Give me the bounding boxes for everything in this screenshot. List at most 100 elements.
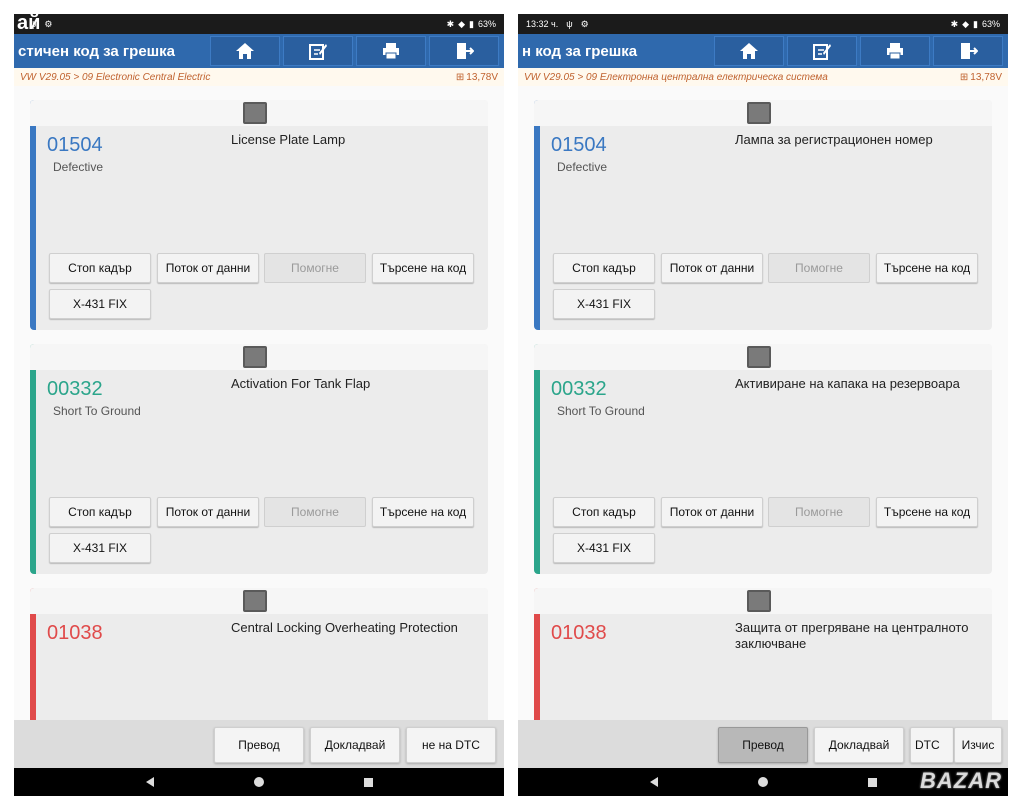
bottom-action-bar: Превод Докладвай не на DTC <box>14 720 504 768</box>
code-search-button[interactable]: Търсене на код <box>372 497 474 527</box>
report-button[interactable] <box>787 36 857 66</box>
print-button[interactable] <box>860 36 930 66</box>
dtc-checkbox[interactable] <box>747 346 771 368</box>
dtc-card: 01504 Defective Лампа за регистрационен … <box>534 100 992 330</box>
dtc-checkbox[interactable] <box>243 102 267 124</box>
home-nav-icon[interactable] <box>757 777 768 787</box>
dtc-code: 01038 <box>551 622 607 644</box>
dtc-description: Лампа за регистрационен номер <box>735 132 933 147</box>
dtc-action-button[interactable]: DTC <box>910 727 954 763</box>
dtc-description: Central Locking Overheating Protection <box>231 620 458 635</box>
battery-level: 63% <box>477 19 496 29</box>
dtc-card: 01504 Defective License Plate Lamp Стоп … <box>30 100 488 330</box>
exit-icon <box>457 43 474 59</box>
battery-voltage-icon: ⊞ <box>455 71 465 83</box>
back-icon[interactable] <box>145 777 154 787</box>
right-screenshot: 13:32 ч. ψ ⚙ ✱ ◆ ▮ 63% н код за грешка V… <box>518 14 1008 796</box>
exit-button[interactable] <box>933 36 1003 66</box>
breadcrumb: VW V29.05 > 09 Electronic Central Electr… <box>14 68 504 86</box>
data-stream-button[interactable]: Поток от данни <box>157 253 259 283</box>
battery-level: 63% <box>981 19 1000 29</box>
code-search-button[interactable]: Търсене на код <box>876 497 978 527</box>
exit-icon <box>961 43 978 59</box>
battery-voltage-icon: ⊞ <box>959 71 969 83</box>
help-button[interactable]: Помогне <box>264 253 366 283</box>
x431-fix-button[interactable]: X-431 FIX <box>49 289 151 319</box>
severity-stripe <box>30 344 36 574</box>
code-search-button[interactable]: Търсене на код <box>876 253 978 283</box>
report-edit-icon <box>309 44 327 60</box>
clear-action-button[interactable]: Изчис <box>954 727 1002 763</box>
battery-icon: ▮ <box>973 18 978 29</box>
dtc-checkbox[interactable] <box>243 590 267 612</box>
data-stream-button[interactable]: Поток от данни <box>661 253 763 283</box>
x431-fix-button[interactable]: X-431 FIX <box>49 533 151 563</box>
dtc-code: 01038 <box>47 622 103 644</box>
freeze-frame-button[interactable]: Стоп кадър <box>553 253 655 283</box>
dtc-status: Short To Ground <box>53 404 141 418</box>
app-toolbar: н код за грешка <box>518 34 1008 68</box>
bluetooth-icon: ✱ <box>950 18 959 29</box>
breadcrumb-path: VW V29.05 > 09 Electronic Central Electr… <box>20 71 211 83</box>
print-icon <box>383 43 399 60</box>
dtc-description: Активиране на капака на резервоара <box>735 376 960 391</box>
dtc-description: Защита от прегряване на централното закл… <box>735 620 969 651</box>
dtc-status: Defective <box>557 160 608 174</box>
voltage-value: 13,78V <box>466 71 498 83</box>
home-button[interactable] <box>210 36 280 66</box>
translate-button[interactable]: Превод <box>718 727 808 763</box>
help-button[interactable]: Помогне <box>264 497 366 527</box>
severity-stripe <box>30 100 36 330</box>
settings-icon: ⚙ <box>44 18 53 29</box>
freeze-frame-button[interactable]: Стоп кадър <box>49 253 151 283</box>
x431-fix-button[interactable]: X-431 FIX <box>553 289 655 319</box>
dtc-card: 01038 Защита от прегряване на централнот… <box>534 588 992 728</box>
exit-button[interactable] <box>429 36 499 66</box>
report-action-button[interactable]: Докладвай <box>310 727 400 763</box>
report-edit-icon <box>813 44 831 60</box>
freeze-frame-button[interactable]: Стоп кадър <box>553 497 655 527</box>
breadcrumb: VW V29.05 > 09 Електронна централна елек… <box>518 68 1008 86</box>
dtc-checkbox[interactable] <box>747 590 771 612</box>
help-button[interactable]: Помогне <box>768 253 870 283</box>
status-bar: 13:32 ч. ψ ⚙ ✱ ◆ ▮ 63% <box>518 14 1008 34</box>
print-icon <box>887 43 903 60</box>
system-nav-bar <box>14 768 504 796</box>
dtc-status: Defective <box>53 160 104 174</box>
report-button[interactable] <box>283 36 353 66</box>
print-button[interactable] <box>356 36 426 66</box>
report-action-button[interactable]: Докладвай <box>814 727 904 763</box>
home-button[interactable] <box>714 36 784 66</box>
dtc-card: 00332 Short To Ground Activation For Tan… <box>30 344 488 574</box>
dtc-code: 00332 <box>47 378 103 400</box>
dtc-action-button[interactable]: не на DTC <box>406 727 496 763</box>
translate-button[interactable]: Превод <box>214 727 304 763</box>
data-stream-button[interactable]: Поток от данни <box>157 497 259 527</box>
code-search-button[interactable]: Търсене на код <box>372 253 474 283</box>
freeze-frame-button[interactable]: Стоп кадър <box>49 497 151 527</box>
bottom-action-bar: Превод Докладвай DTC Изчис <box>518 720 1008 768</box>
data-stream-button[interactable]: Поток от данни <box>661 497 763 527</box>
status-time: 13:32 ч. <box>526 19 559 29</box>
x431-fix-button[interactable]: X-431 FIX <box>553 533 655 563</box>
recents-icon[interactable] <box>363 777 373 787</box>
bluetooth-icon: ✱ <box>446 18 455 29</box>
home-nav-icon[interactable] <box>253 777 264 787</box>
dtc-code: 01504 <box>47 134 103 156</box>
wifi-icon: ◆ <box>458 18 466 29</box>
voltage-value: 13,78V <box>970 71 1002 83</box>
dtc-card: 00332 Short To Ground Активиране на капа… <box>534 344 992 574</box>
back-icon[interactable] <box>649 777 658 787</box>
dtc-code: 00332 <box>551 378 607 400</box>
overlay-text: ай <box>17 14 41 34</box>
app-toolbar: стичен код за грешка <box>14 34 504 68</box>
dtc-checkbox[interactable] <box>243 346 267 368</box>
dtc-checkbox[interactable] <box>747 102 771 124</box>
recents-icon[interactable] <box>867 777 877 787</box>
severity-stripe <box>534 100 540 330</box>
page-title: стичен код за грешка <box>18 42 176 60</box>
voltage-readout: ⊞ 13,78V <box>456 72 498 83</box>
voltage-readout: ⊞ 13,78V <box>960 72 1002 83</box>
help-button[interactable]: Помогне <box>768 497 870 527</box>
home-icon <box>236 43 254 59</box>
